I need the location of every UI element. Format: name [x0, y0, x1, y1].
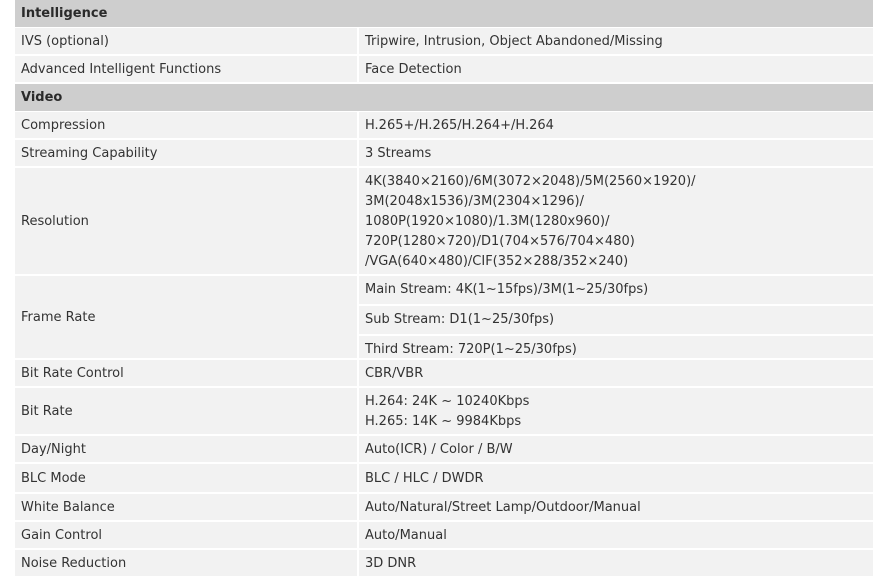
- table-row: IVS (optional) Tripwire, Intrusion, Obje…: [15, 28, 873, 56]
- row-value: H.264: 24K ~ 10240Kbps H.265: 14K ~ 9984…: [359, 388, 873, 434]
- value-line: 4K(3840×2160)/6M(3072×2048)/5M(2560×1920…: [365, 174, 696, 189]
- value-subrow: Sub Stream: D1(1~25/30fps): [359, 306, 873, 336]
- row-value: 4K(3840×2160)/6M(3072×2048)/5M(2560×1920…: [359, 168, 873, 274]
- table-row: Streaming Capability 3 Streams: [15, 140, 873, 168]
- row-value: Tripwire, Intrusion, Object Abandoned/Mi…: [365, 33, 663, 49]
- row-label: IVS (optional): [15, 28, 359, 54]
- table-row: White Balance Auto/Natural/Street Lamp/O…: [15, 494, 873, 522]
- row-label: Day/Night: [15, 436, 359, 462]
- value-line: H.264: 24K ~ 10240Kbps: [365, 394, 530, 409]
- table-row: Bit Rate H.264: 24K ~ 10240Kbps H.265: 1…: [15, 388, 873, 436]
- table-row: Advanced Intelligent Functions Face Dete…: [15, 56, 873, 84]
- row-label: Compression: [15, 112, 359, 138]
- row-value: BLC / HLC / DWDR: [365, 470, 484, 486]
- spec-table: Intelligence IVS (optional) Tripwire, In…: [15, 0, 873, 578]
- row-label: Bit Rate: [15, 388, 359, 434]
- value-line: 3M(2048x1536)/3M(2304×1296)/: [365, 194, 584, 209]
- table-row: Resolution 4K(3840×2160)/6M(3072×2048)/5…: [15, 168, 873, 276]
- row-label: Bit Rate Control: [15, 360, 359, 386]
- table-row: Noise Reduction 3D DNR: [15, 550, 873, 578]
- value-line: H.265: 14K ~ 9984Kbps: [365, 414, 522, 429]
- value-line: 720P(1280×720)/D1(704×576/704×480): [365, 234, 635, 249]
- row-label: Resolution: [15, 168, 359, 274]
- value-line: 1080P(1920×1080)/1.3M(1280x960)/: [365, 214, 610, 229]
- row-label: Gain Control: [15, 522, 359, 548]
- row-value: CBR/VBR: [365, 365, 424, 381]
- row-label: Frame Rate: [15, 276, 359, 358]
- row-value-group: Main Stream: 4K(1~15fps)/3M(1~25/30fps) …: [359, 276, 873, 358]
- table-row: Frame Rate Main Stream: 4K(1~15fps)/3M(1…: [15, 276, 873, 360]
- row-label: White Balance: [15, 494, 359, 520]
- row-value: 3D DNR: [365, 555, 417, 571]
- table-row: Compression H.265+/H.265/H.264+/H.264: [15, 112, 873, 140]
- row-value: Face Detection: [365, 61, 462, 77]
- row-value: Auto/Manual: [365, 527, 447, 543]
- row-label: BLC Mode: [15, 464, 359, 492]
- row-value: H.265+/H.265/H.264+/H.264: [365, 117, 554, 133]
- table-row: Day/Night Auto(ICR) / Color / B/W: [15, 436, 873, 464]
- table-row: Gain Control Auto/Manual: [15, 522, 873, 550]
- row-value: Auto(ICR) / Color / B/W: [365, 441, 513, 457]
- value-subrow: Main Stream: 4K(1~15fps)/3M(1~25/30fps): [359, 276, 873, 306]
- table-row: BLC Mode BLC / HLC / DWDR: [15, 464, 873, 494]
- row-label: Streaming Capability: [15, 140, 359, 166]
- section-header-intelligence: Intelligence: [15, 0, 873, 28]
- section-header-video: Video: [15, 84, 873, 112]
- table-row: Bit Rate Control CBR/VBR: [15, 360, 873, 388]
- row-value: Auto/Natural/Street Lamp/Outdoor/Manual: [365, 499, 641, 515]
- row-label: Advanced Intelligent Functions: [15, 56, 359, 82]
- value-line: /VGA(640×480)/CIF(352×288/352×240): [365, 254, 629, 269]
- row-value: 3 Streams: [365, 145, 432, 161]
- row-label: Noise Reduction: [15, 550, 359, 576]
